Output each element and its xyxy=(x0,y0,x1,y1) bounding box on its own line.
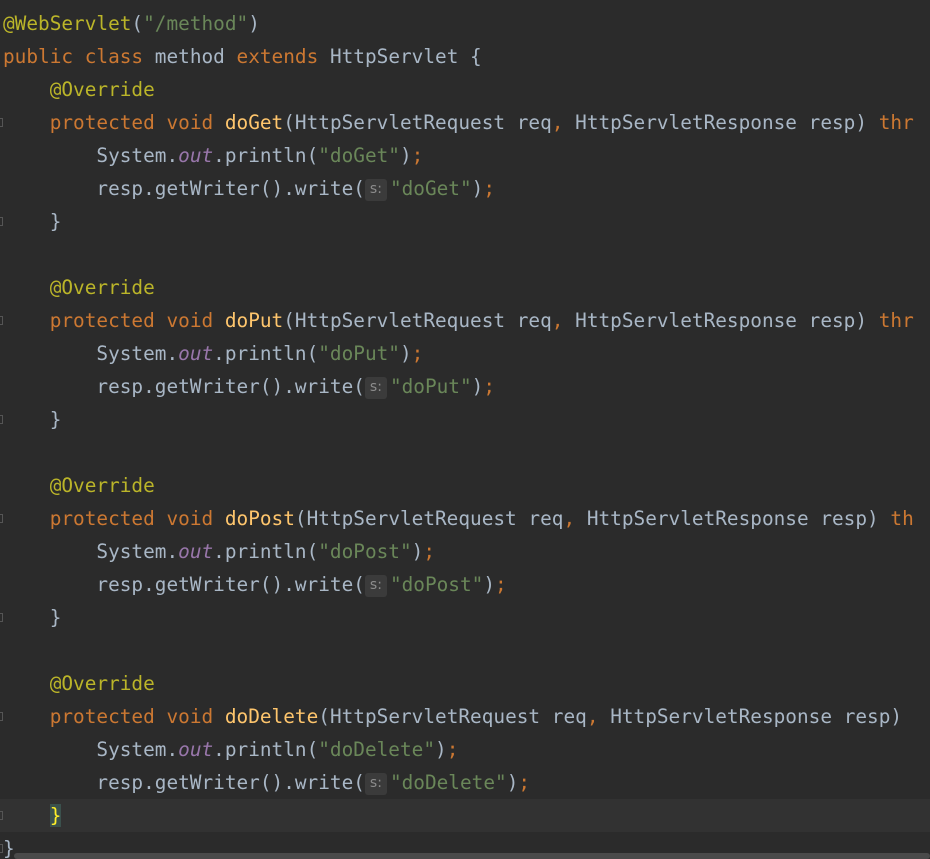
override-annotation: @Override xyxy=(49,78,155,101)
code-line[interactable]: public class method extends HttpServlet … xyxy=(0,40,930,73)
method-name: doDelete xyxy=(224,705,319,728)
code-editor[interactable]: @WebServlet("/method") public class meth… xyxy=(0,0,930,859)
method-name: doPost xyxy=(224,507,295,530)
code-line[interactable]: } xyxy=(0,403,930,436)
code-line[interactable]: @Override xyxy=(0,73,930,106)
method-name: doPut xyxy=(224,309,284,332)
code-line[interactable]: @Override xyxy=(0,271,930,304)
code-line[interactable]: resp.getWriter().write(s: "doPost"); xyxy=(0,568,930,601)
code-line[interactable]: System.out.println("doGet"); xyxy=(0,139,930,172)
parameter-hint: s: xyxy=(364,773,387,795)
code-line[interactable]: @Override xyxy=(0,667,930,700)
code-line[interactable]: System.out.println("doDelete"); xyxy=(0,733,930,766)
code-line[interactable]: protected void doDelete(HttpServletReque… xyxy=(0,700,930,733)
parameter-hint: s: xyxy=(364,179,387,201)
current-line[interactable]: } xyxy=(0,799,930,832)
parameter-hint: s: xyxy=(364,575,387,597)
code-line[interactable]: resp.getWriter().write(s: "doDelete"); xyxy=(0,766,930,799)
code-line[interactable]: @WebServlet("/method") xyxy=(0,7,930,40)
class-name: method xyxy=(154,45,225,68)
code-line[interactable]: System.out.println("doPost"); xyxy=(0,535,930,568)
code-line[interactable]: protected void doGet(HttpServletRequest … xyxy=(0,106,930,139)
annotation-webservlet: @WebServlet xyxy=(3,12,132,35)
code-line[interactable]: @Override xyxy=(0,469,930,502)
code-line[interactable]: protected void doPost(HttpServletRequest… xyxy=(0,502,930,535)
matched-brace: } xyxy=(49,804,62,827)
code-line[interactable]: resp.getWriter().write(s: "doPut"); xyxy=(0,370,930,403)
code-line[interactable]: resp.getWriter().write(s: "doGet"); xyxy=(0,172,930,205)
code-line[interactable]: } xyxy=(0,601,930,634)
code-line[interactable]: } xyxy=(0,205,930,238)
override-annotation: @Override xyxy=(49,672,155,695)
method-name: doGet xyxy=(224,111,284,134)
parameter-hint: s: xyxy=(364,377,387,399)
code-line[interactable]: protected void doPut(HttpServletRequest … xyxy=(0,304,930,337)
horizontal-scrollbar[interactable] xyxy=(14,853,930,859)
servlet-path-string: "/method" xyxy=(143,12,249,35)
override-annotation: @Override xyxy=(49,276,155,299)
code-line[interactable]: System.out.println("doPut"); xyxy=(0,337,930,370)
override-annotation: @Override xyxy=(49,474,155,497)
